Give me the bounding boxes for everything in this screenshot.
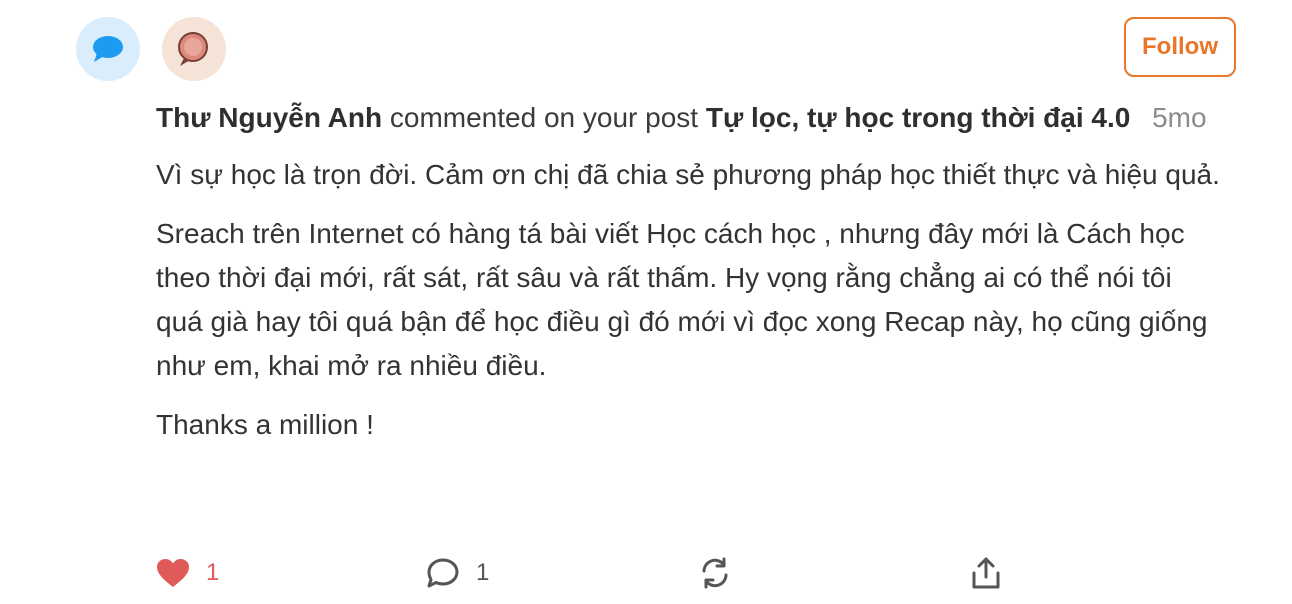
post-title-link[interactable]: Tự lọc, tự học trong thời đại 4.0 [706, 102, 1130, 133]
restack-icon [702, 557, 728, 589]
comment-icon [427, 558, 459, 588]
comment-button[interactable]: 1 [426, 553, 489, 593]
comment-paragraph: Vì sự học là trọn đời. Cảm ơn chị đã chi… [156, 159, 1220, 190]
share-button[interactable] [970, 553, 1002, 593]
notification-body: Thư Nguyễn Anh commented on your post Tự… [156, 98, 1226, 447]
like-count: 1 [206, 559, 220, 586]
timestamp: 5mo [1152, 102, 1207, 133]
comment-count: 1 [476, 559, 490, 586]
heart-icon [157, 559, 189, 587]
follow-button[interactable]: Follow [1124, 17, 1236, 77]
share-icon [972, 557, 1000, 589]
like-button[interactable]: 1 [156, 553, 219, 593]
notification-icons [76, 17, 226, 81]
action-bar: 1 1 [156, 553, 1056, 593]
comment-type-icon [76, 17, 140, 81]
avatar-image [178, 32, 208, 66]
author-name[interactable]: Thư Nguyễn Anh [156, 102, 382, 133]
action-text: commented on your post [389, 102, 699, 133]
speech-bubble-icon [93, 36, 123, 62]
comment-paragraph: Sreach trên Internet có hàng tá bài viết… [156, 218, 1208, 381]
notification-headline: Thư Nguyễn Anh commented on your post Tự… [156, 98, 1226, 138]
restack-button[interactable] [698, 553, 732, 593]
comment-paragraph: Thanks a million ! [156, 409, 374, 440]
avatar[interactable] [162, 17, 226, 81]
